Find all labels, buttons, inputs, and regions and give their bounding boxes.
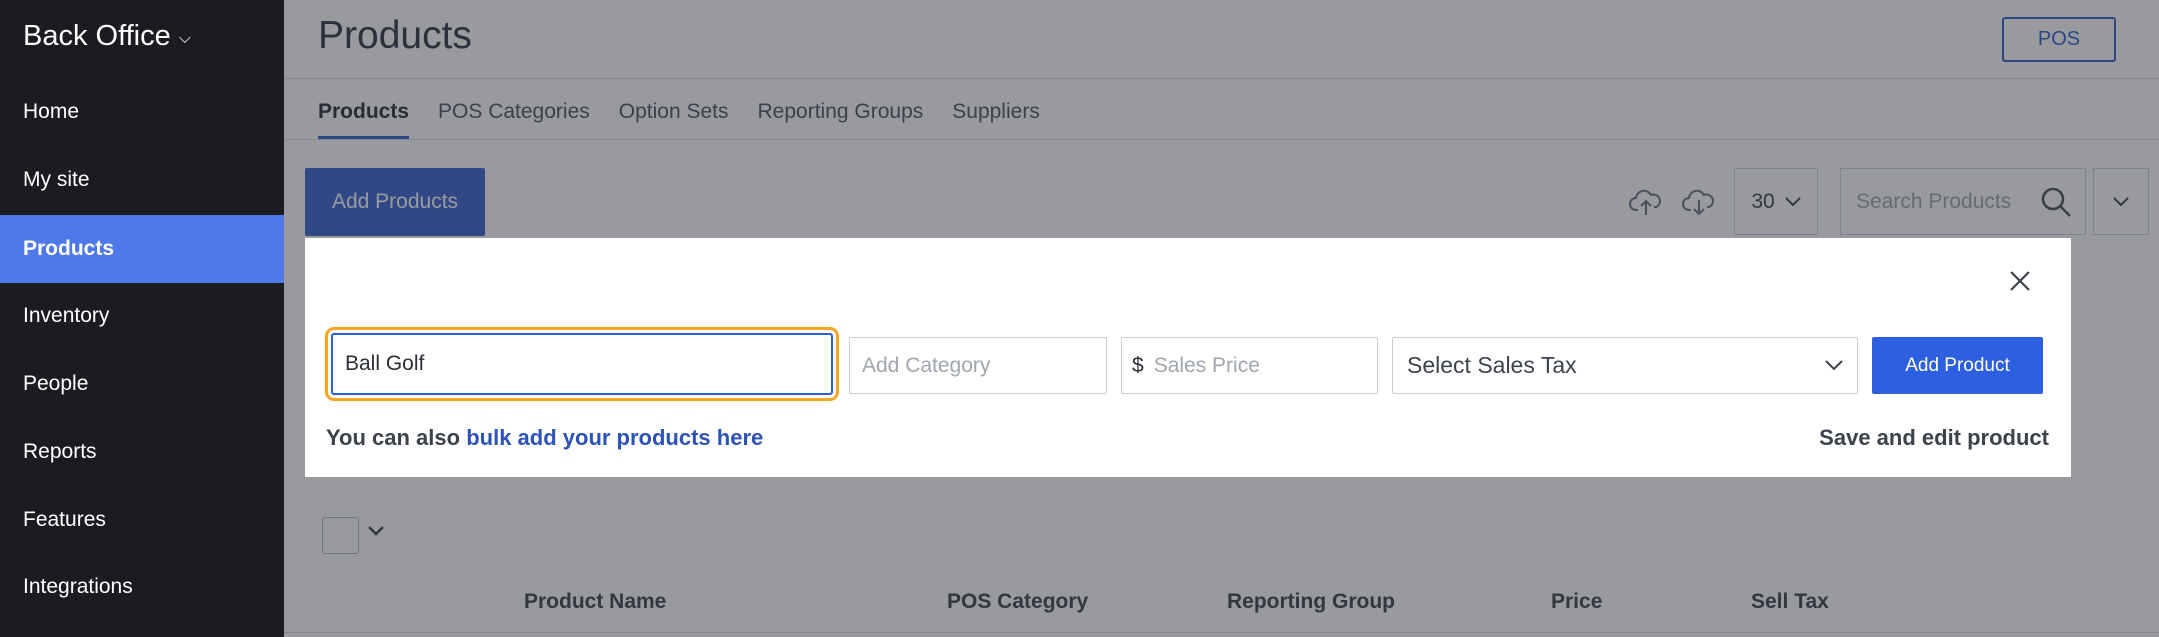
sales-tax-select[interactable]: Select Sales Tax xyxy=(1392,337,1858,394)
bulk-add-helper: You can also bulk add your products here xyxy=(326,425,763,451)
price-field: $ xyxy=(1121,337,1378,394)
sidebar-item-label: People xyxy=(23,372,89,395)
add-product-button[interactable]: Add Product xyxy=(1872,337,2043,394)
sidebar-item-label: Home xyxy=(23,100,80,123)
sidebar-item-reports[interactable]: Reports xyxy=(0,418,284,486)
sidebar-item-products[interactable]: Products xyxy=(0,215,284,283)
helper-text: You can also xyxy=(326,425,461,450)
add-product-modal: $ Select Sales Tax Add Product You can a… xyxy=(305,238,2071,477)
sidebar-item-features[interactable]: Features xyxy=(0,486,284,554)
brand-menu[interactable]: Back Office ⌵ xyxy=(23,20,191,53)
sidebar: Back Office ⌵ Home My site Products Inve… xyxy=(0,0,284,637)
sidebar-item-label: Inventory xyxy=(23,304,110,327)
sidebar-item-inventory[interactable]: Inventory xyxy=(0,282,284,350)
close-icon xyxy=(2010,271,2030,291)
currency-symbol: $ xyxy=(1132,353,1144,377)
chevron-down-icon xyxy=(1825,360,1843,371)
sidebar-item-home[interactable]: Home xyxy=(0,78,284,146)
category-field xyxy=(849,337,1107,394)
sidebar-item-label: Integrations xyxy=(23,575,133,598)
sidebar-item-integrations[interactable]: Integrations xyxy=(0,553,284,621)
sales-tax-value: Select Sales Tax xyxy=(1407,352,1577,378)
bulk-add-link[interactable]: bulk add your products here xyxy=(466,425,763,450)
brand-label: Back Office xyxy=(23,20,171,52)
chevron-down-icon: ⌵ xyxy=(178,29,191,47)
sales-price-input[interactable] xyxy=(1153,353,1377,378)
sidebar-item-people[interactable]: People xyxy=(0,350,284,418)
sidebar-item-my-site[interactable]: My site xyxy=(0,146,284,214)
sidebar-item-label: Products xyxy=(23,237,115,260)
close-button[interactable] xyxy=(2005,266,2035,296)
sidebar-item-label: Features xyxy=(23,508,106,531)
sidebar-item-label: My site xyxy=(23,168,90,191)
product-name-focus-ring xyxy=(325,327,839,401)
save-and-edit-link[interactable]: Save and edit product xyxy=(1819,425,2049,451)
product-name-input[interactable] xyxy=(331,333,833,395)
category-input[interactable] xyxy=(862,353,1106,378)
sidebar-item-label: Reports xyxy=(23,440,97,463)
